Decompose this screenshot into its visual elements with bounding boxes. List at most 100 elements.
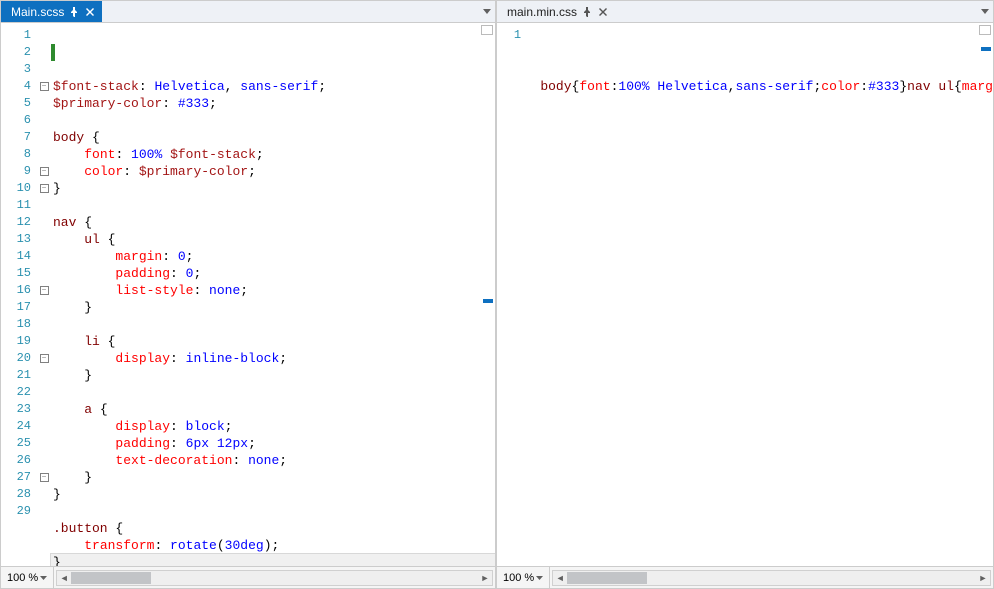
zoom-level[interactable]: 100 % bbox=[497, 567, 550, 588]
code-line[interactable]: font: 100% $font-stack; bbox=[51, 146, 495, 163]
line-number: 29 bbox=[1, 503, 31, 520]
line-number: 19 bbox=[1, 333, 31, 350]
code-editor[interactable]: $font-stack: Helvetica, sans-serif;$prim… bbox=[51, 23, 495, 566]
editor-pane-right: main.min.css 1 body{font:100% Helvetica,… bbox=[496, 0, 994, 589]
code-line[interactable] bbox=[51, 316, 495, 333]
horizontal-scrollbar[interactable]: ◄ ► bbox=[552, 570, 991, 586]
scroll-left-arrow[interactable]: ◄ bbox=[57, 571, 71, 585]
line-number: 26 bbox=[1, 452, 31, 469]
fold-toggle[interactable]: − bbox=[40, 354, 49, 363]
line-number: 9 bbox=[1, 163, 31, 180]
close-icon[interactable] bbox=[84, 6, 96, 18]
code-line[interactable]: padding: 6px 12px; bbox=[51, 435, 495, 452]
editor-pane-left: Main.scss 123456789101112131415161718192… bbox=[0, 0, 496, 589]
code-line[interactable]: transform: rotate(30deg); bbox=[51, 537, 495, 554]
code-line[interactable]: color: $primary-color; bbox=[51, 163, 495, 180]
line-number-gutter: 1 bbox=[497, 23, 527, 566]
fold-column bbox=[527, 23, 538, 566]
editor-area-right[interactable]: 1 body{font:100% Helvetica,sans-serif;co… bbox=[497, 23, 993, 566]
horizontal-scrollbar[interactable]: ◄ ► bbox=[56, 570, 493, 586]
scroll-position-marker bbox=[981, 47, 991, 51]
line-number: 21 bbox=[1, 367, 31, 384]
code-line[interactable]: } bbox=[51, 180, 495, 197]
tab-label: main.min.css bbox=[507, 5, 577, 19]
line-number: 10 bbox=[1, 180, 31, 197]
code-line[interactable] bbox=[51, 112, 495, 129]
code-line[interactable]: margin: 0; bbox=[51, 248, 495, 265]
fold-toggle[interactable]: − bbox=[40, 167, 49, 176]
fold-toggle[interactable]: − bbox=[40, 473, 49, 482]
code-line[interactable]: a { bbox=[51, 401, 495, 418]
code-line[interactable] bbox=[51, 197, 495, 214]
line-number: 20 bbox=[1, 350, 31, 367]
line-number: 1 bbox=[497, 27, 521, 44]
scrollbar-thumb[interactable] bbox=[567, 572, 647, 584]
code-line[interactable]: } bbox=[51, 486, 495, 503]
pin-icon[interactable] bbox=[68, 6, 80, 18]
line-number: 13 bbox=[1, 231, 31, 248]
editor-area-left[interactable]: 1234567891011121314151617181920212223242… bbox=[1, 23, 495, 566]
line-number-gutter: 1234567891011121314151617181920212223242… bbox=[1, 23, 37, 566]
line-number: 28 bbox=[1, 486, 31, 503]
code-line[interactable]: } bbox=[51, 367, 495, 384]
line-number: 2 bbox=[1, 44, 31, 61]
line-number: 16 bbox=[1, 282, 31, 299]
line-number: 14 bbox=[1, 248, 31, 265]
status-bar: 100 % ◄ ► bbox=[1, 566, 495, 588]
code-line[interactable]: display: block; bbox=[51, 418, 495, 435]
code-line[interactable]: $font-stack: Helvetica, sans-serif; bbox=[51, 78, 495, 95]
scroll-right-arrow[interactable]: ► bbox=[478, 571, 492, 585]
status-bar: 100 % ◄ ► bbox=[497, 566, 993, 588]
line-number: 25 bbox=[1, 435, 31, 452]
line-number: 11 bbox=[1, 197, 31, 214]
code-line[interactable]: body{font:100% Helvetica,sans-serif;colo… bbox=[538, 78, 993, 95]
code-line[interactable]: list-style: none; bbox=[51, 282, 495, 299]
tab-bar: main.min.css bbox=[497, 1, 993, 23]
code-line[interactable]: .button { bbox=[51, 520, 495, 537]
line-number: 5 bbox=[1, 95, 31, 112]
code-line[interactable]: li { bbox=[51, 333, 495, 350]
zoom-level[interactable]: 100 % bbox=[1, 567, 54, 588]
fold-toggle[interactable]: − bbox=[40, 184, 49, 193]
fold-toggle[interactable]: − bbox=[40, 82, 49, 91]
code-editor[interactable]: body{font:100% Helvetica,sans-serif;colo… bbox=[538, 23, 993, 566]
code-line[interactable]: body { bbox=[51, 129, 495, 146]
fold-toggle[interactable]: − bbox=[40, 286, 49, 295]
code-line[interactable] bbox=[51, 384, 495, 401]
tab-label: Main.scss bbox=[11, 5, 64, 19]
line-number: 1 bbox=[1, 27, 31, 44]
fold-column: − − − − − − bbox=[37, 23, 51, 566]
line-number: 17 bbox=[1, 299, 31, 316]
line-number: 8 bbox=[1, 146, 31, 163]
tab-bar: Main.scss bbox=[1, 1, 495, 23]
pin-icon[interactable] bbox=[581, 6, 593, 18]
tab-main-min-css[interactable]: main.min.css bbox=[497, 1, 615, 22]
tab-dropdown[interactable] bbox=[977, 1, 993, 22]
code-line[interactable]: padding: 0; bbox=[51, 265, 495, 282]
line-number: 23 bbox=[1, 401, 31, 418]
code-line[interactable]: ul { bbox=[51, 231, 495, 248]
line-number: 27 bbox=[1, 469, 31, 486]
line-number: 15 bbox=[1, 265, 31, 282]
scrollbar-thumb[interactable] bbox=[71, 572, 151, 584]
close-icon[interactable] bbox=[597, 6, 609, 18]
code-line[interactable]: } bbox=[51, 554, 495, 566]
code-line[interactable]: display: inline-block; bbox=[51, 350, 495, 367]
line-number: 24 bbox=[1, 418, 31, 435]
scroll-right-arrow[interactable]: ► bbox=[976, 571, 990, 585]
code-line[interactable]: } bbox=[51, 299, 495, 316]
line-number: 12 bbox=[1, 214, 31, 231]
code-line[interactable]: $primary-color: #333; bbox=[51, 95, 495, 112]
line-number: 22 bbox=[1, 384, 31, 401]
scroll-left-arrow[interactable]: ◄ bbox=[553, 571, 567, 585]
code-line[interactable]: text-decoration: none; bbox=[51, 452, 495, 469]
change-marker bbox=[51, 44, 55, 61]
code-line[interactable]: } bbox=[51, 469, 495, 486]
tab-main-scss[interactable]: Main.scss bbox=[1, 1, 102, 22]
code-line[interactable] bbox=[51, 503, 495, 520]
code-line[interactable]: nav { bbox=[51, 214, 495, 231]
line-number: 3 bbox=[1, 61, 31, 78]
line-number: 7 bbox=[1, 129, 31, 146]
line-number: 18 bbox=[1, 316, 31, 333]
tab-dropdown[interactable] bbox=[479, 1, 495, 22]
